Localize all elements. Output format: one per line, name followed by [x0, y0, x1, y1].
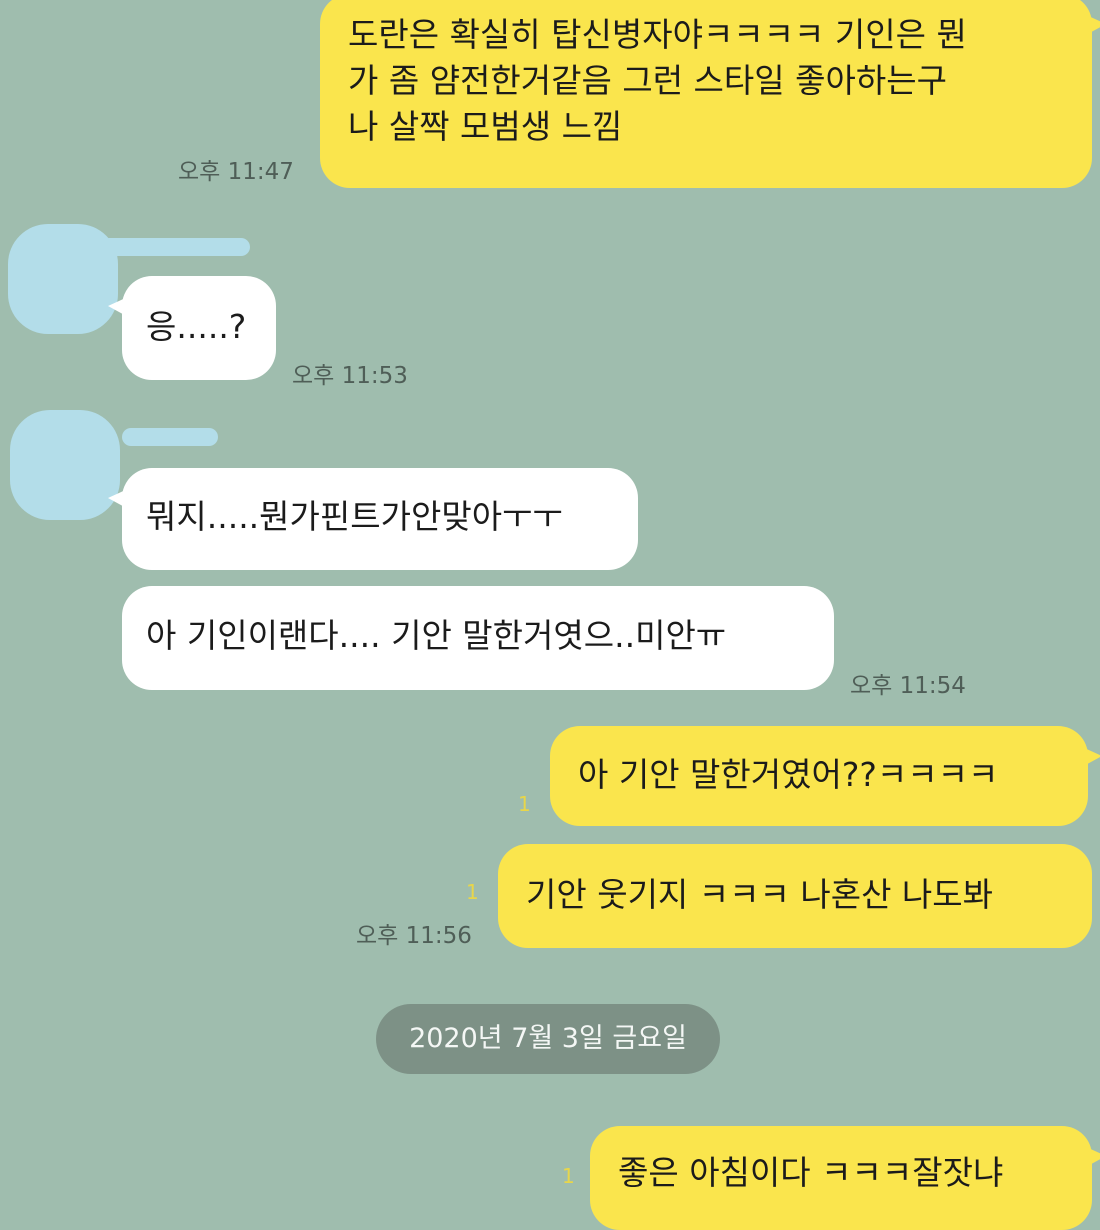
message-text: 좋은 아침이다 ㅋㅋㅋ잘잣냐 [618, 1153, 1004, 1192]
message-text-line: 도란은 확실히 탑신병자야ㅋㅋㅋㅋ 기인은 뭔 [348, 15, 967, 54]
sender-name [122, 428, 218, 446]
avatar[interactable] [10, 410, 120, 520]
message-text: 아 기안 말한거였어??ㅋㅋㅋㅋ [578, 755, 999, 794]
message-timestamp: 오후 11:47 [178, 159, 294, 185]
message-text-line: 나 살짝 모범생 느낌 [348, 107, 623, 146]
sender-name [100, 238, 250, 256]
message-bubble-mine[interactable]: 아 기안 말한거였어??ㅋㅋㅋㅋ [550, 726, 1100, 826]
message-text: 뭐지.....뭔가핀트가안맞아ㅜㅜ [146, 497, 563, 536]
message-bubble-mine[interactable]: 좋은 아침이다 ㅋㅋㅋ잘잣냐 [590, 1126, 1100, 1230]
read-count: 1 [562, 1164, 575, 1188]
message-timestamp: 오후 11:56 [356, 923, 472, 949]
message-timestamp: 오후 11:53 [292, 363, 408, 389]
message-bubble-other[interactable]: 아 기인이랜다.... 기안 말한거엿으..미안ㅠ [122, 586, 834, 690]
read-count: 1 [466, 880, 479, 904]
message-text: 아 기인이랜다.... 기안 말한거엿으..미안ㅠ [146, 616, 727, 655]
message-bubble-mine[interactable]: 도란은 확실히 탑신병자야ㅋㅋㅋㅋ 기인은 뭔 가 좀 얌전한거같음 그런 스타… [320, 0, 1100, 188]
message-text: 기안 웃기지 ㅋㅋㅋ 나혼산 나도봐 [526, 875, 993, 914]
message-bubble-other[interactable]: 뭐지.....뭔가핀트가안맞아ㅜㅜ [108, 468, 638, 570]
date-divider: 2020년 7월 3일 금요일 [376, 1004, 720, 1074]
message-text-line: 가 좀 얌전한거같음 그런 스타일 좋아하는구 [348, 61, 947, 100]
message-text: 응.....? [146, 307, 247, 346]
read-count: 1 [518, 792, 531, 816]
message-bubble-mine[interactable]: 기안 웃기지 ㅋㅋㅋ 나혼산 나도봐 [498, 844, 1092, 948]
message-bubble-other[interactable]: 응.....? [108, 276, 276, 380]
message-timestamp: 오후 11:54 [850, 673, 966, 699]
